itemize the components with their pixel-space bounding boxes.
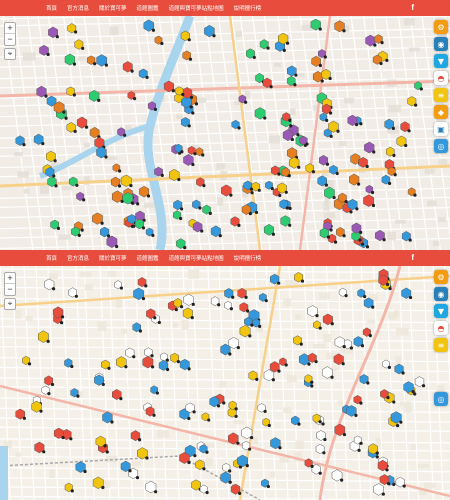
nav-news[interactable]: 官方消息	[67, 4, 89, 12]
zoom-in-button[interactable]: +	[5, 23, 15, 34]
screenshot-top: 首頁 官方消息 關於寶可夢 道館圖鑑 道館與寶可夢站點地圖 說明擅行榜 f + …	[0, 0, 450, 250]
nav-home[interactable]: 首頁	[46, 254, 57, 262]
nav-gym-dex[interactable]: 道館圖鑑	[137, 4, 159, 12]
settings-icon[interactable]: ⚙	[434, 20, 448, 34]
nav-ranking[interactable]: 說明擅行榜	[234, 254, 262, 262]
eye-icon[interactable]: ◉	[434, 37, 448, 51]
layers-icon[interactable]: ≡	[434, 88, 448, 102]
nav-ranking[interactable]: 說明擅行榜	[234, 4, 262, 12]
facebook-icon[interactable]: f	[411, 3, 414, 12]
nav-about[interactable]: 關於寶可夢	[99, 254, 127, 262]
nav-map[interactable]: 道館與寶可夢站點地圖	[169, 4, 224, 12]
zoom-control: + −	[4, 22, 16, 46]
navbar: 首頁 官方消息 關於寶可夢 道館圖鑑 道館與寶可夢站點地圖 說明擅行榜 f	[0, 0, 450, 16]
map-canvas[interactable]	[0, 266, 450, 500]
zoom-out-button[interactable]: −	[5, 284, 15, 295]
map-canvas[interactable]	[0, 16, 450, 250]
nav-map[interactable]: 道館與寶可夢站點地圖	[169, 254, 224, 262]
target-icon[interactable]: ◎	[434, 139, 448, 153]
screenshot-bottom: 首頁 官方消息 關於寶可夢 道館圖鑑 道館與寶可夢站點地圖 說明擅行榜 f + …	[0, 250, 450, 500]
nav-home[interactable]: 首頁	[46, 4, 57, 12]
facebook-icon[interactable]: f	[411, 253, 414, 262]
map-view[interactable]	[0, 16, 450, 250]
target-icon[interactable]: ◎	[434, 392, 448, 406]
filter-icon[interactable]: ▼	[434, 304, 448, 318]
filter-icon[interactable]: ▼	[434, 54, 448, 68]
settings-icon[interactable]: ⚙	[434, 270, 448, 284]
map-toolbar: ⚙ ◉ ▼ ◓ ≡ ◆ ▣ ◎	[434, 20, 448, 156]
pokestop-icon[interactable]: ▣	[434, 122, 448, 136]
zoom-control: + −	[4, 272, 16, 296]
gym-icon[interactable]: ◆	[434, 105, 448, 119]
nav-news[interactable]: 官方消息	[67, 254, 89, 262]
pokeball-icon[interactable]: ◓	[434, 71, 448, 85]
locate-icon[interactable]: ⌖	[4, 298, 16, 310]
map-view[interactable]	[0, 266, 450, 500]
pokeball-icon[interactable]: ◓	[434, 321, 448, 335]
zoom-out-button[interactable]: −	[5, 34, 15, 45]
layers-icon[interactable]: ≡	[434, 338, 448, 352]
navbar: 首頁 官方消息 關於寶可夢 道館圖鑑 道館與寶可夢站點地圖 說明擅行榜 f	[0, 250, 450, 266]
zoom-in-button[interactable]: +	[5, 273, 15, 284]
locate-icon[interactable]: ⌖	[4, 48, 16, 60]
nav-about[interactable]: 關於寶可夢	[99, 4, 127, 12]
eye-icon[interactable]: ◉	[434, 287, 448, 301]
nav-gym-dex[interactable]: 道館圖鑑	[137, 254, 159, 262]
map-toolbar: ⚙ ◉ ▼ ◓ ≡ ◎	[434, 270, 448, 409]
